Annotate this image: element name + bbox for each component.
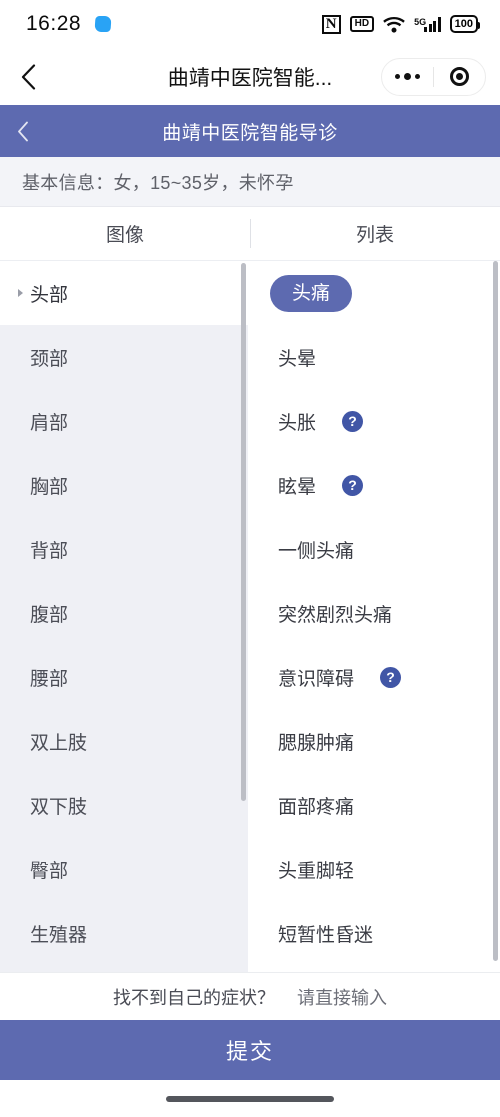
- signal-5g-icon: 5G: [414, 16, 441, 32]
- body-part-item[interactable]: 双下肢: [0, 773, 248, 837]
- body-part-item[interactable]: 生殖器: [0, 901, 248, 965]
- body-part-label: 腰部: [30, 668, 69, 690]
- more-dots-icon: [395, 73, 420, 80]
- clock-time: 16:28: [26, 12, 82, 35]
- symptom-label: 短暂性昏迷: [278, 924, 374, 946]
- symptom-panel: 头痛 头晕 头胀? 眩晕? 一侧头痛 突然剧烈头痛 意识障碍? 腮腺肿痛 面部疼痛 头重脚轻 短暂性…: [248, 261, 500, 972]
- symptom-label: 面部疼痛: [278, 796, 355, 818]
- symptom-item[interactable]: 意识障碍?: [248, 645, 500, 709]
- body-part-item[interactable]: 颈部: [0, 325, 248, 389]
- symptom-label: 头晕: [278, 348, 317, 370]
- home-indicator: [166, 1095, 334, 1102]
- symptom-scrollbar[interactable]: [493, 261, 498, 961]
- submit-button[interactable]: 提交: [0, 1020, 500, 1080]
- symptom-label: 意识障碍: [278, 668, 355, 690]
- symptom-item[interactable]: 突然剧烈头痛: [248, 581, 500, 645]
- basic-info-bar: 基本信息：女，15~35岁，未怀孕: [0, 157, 500, 207]
- page-header: 曲靖中医院智能导诊: [0, 105, 500, 157]
- body-part-item[interactable]: 胸部: [0, 453, 248, 517]
- tab-list[interactable]: 列表: [250, 220, 500, 247]
- view-mode-tabs: 图像 列表: [0, 207, 500, 261]
- body-part-label: 背部: [30, 540, 69, 562]
- manual-input-link[interactable]: 请直接输入: [297, 984, 387, 1010]
- target-circle-icon: [450, 67, 469, 86]
- body-part-list: 头部颈部肩部胸部背部腹部腰部双上肢双下肢臀部生殖器: [0, 261, 248, 965]
- body-part-panel: 头部颈部肩部胸部背部腹部腰部双上肢双下肢臀部生殖器: [0, 261, 248, 972]
- status-bar-left: 16:28: [26, 12, 112, 36]
- body-part-label: 胸部: [30, 476, 69, 498]
- symptom-item[interactable]: 面部疼痛: [248, 773, 500, 837]
- symptom-label: 突然剧烈头痛: [278, 604, 393, 626]
- symptom-item[interactable]: 头晕: [248, 325, 500, 389]
- page-back-button[interactable]: [0, 121, 46, 142]
- chevron-left-icon: [18, 121, 28, 141]
- status-bar: 16:28 N HD 5G 100: [0, 0, 500, 48]
- app-badge-icon: [94, 16, 112, 32]
- body-part-item[interactable]: 双上肢: [0, 709, 248, 773]
- symptom-item[interactable]: 短暂性昏迷: [248, 901, 500, 965]
- help-question-icon[interactable]: ?: [342, 410, 364, 432]
- body-part-label: 腹部: [30, 604, 69, 626]
- symptom-item[interactable]: 腮腺肿痛: [248, 709, 500, 773]
- symptom-item[interactable]: 头重脚轻: [248, 837, 500, 901]
- chevron-left-icon: [21, 63, 35, 90]
- phone-screen: 16:28 N HD 5G 100 曲靖中医院智能... 曲靖中医院智能导诊 基…: [0, 0, 500, 1117]
- triangle-right-icon: [18, 289, 23, 297]
- symptom-item[interactable]: 一侧头痛: [248, 517, 500, 581]
- symptom-item[interactable]: 头痛: [248, 261, 500, 325]
- body-part-label: 生殖器: [30, 924, 88, 946]
- tab-image[interactable]: 图像: [0, 220, 250, 247]
- symptom-label: 腮腺肿痛: [278, 732, 355, 754]
- symptom-item[interactable]: 头胀?: [248, 389, 500, 453]
- main-content: 头部 颈部 肩部 胸部 背部 腹部 腰部 双上肢 双下肢 臀部 生殖器 头痛 头晕 头胀? 眩晕? 一侧头痛…: [0, 261, 500, 972]
- symptom-label: 眩晕: [278, 476, 317, 498]
- symptom-label: 头胀: [278, 412, 317, 434]
- close-miniprogram-button[interactable]: [434, 67, 485, 86]
- symptom-label: 头重脚轻: [278, 860, 355, 882]
- help-question-icon[interactable]: ?: [380, 666, 402, 688]
- symptom-item[interactable]: 眩晕?: [248, 453, 500, 517]
- symptom-list: 头痛 头晕 头胀? 眩晕? 一侧头痛 突然剧烈头痛 意识障碍? 腮腺肿痛 面部疼痛 头重脚轻 短暂性…: [248, 261, 500, 965]
- battery-icon: 100: [449, 15, 481, 33]
- nav-back-button[interactable]: [0, 63, 56, 90]
- page-title: 曲靖中医院智能导诊: [162, 122, 338, 144]
- body-part-label: 头部: [30, 284, 69, 306]
- footer-note: 找不到自己的症状？ 请直接输入: [0, 972, 500, 1020]
- body-part-label: 颈部: [30, 348, 69, 370]
- symptom-label: 头痛: [270, 274, 353, 312]
- tab-divider: [250, 219, 251, 248]
- wechat-capsule: [381, 57, 486, 96]
- body-part-item[interactable]: 臀部: [0, 837, 248, 901]
- body-part-scrollbar[interactable]: [241, 263, 246, 801]
- wechat-nav-bar: 曲靖中医院智能...: [0, 48, 500, 105]
- status-bar-right: N HD 5G 100: [321, 14, 481, 34]
- body-part-item[interactable]: 腰部: [0, 645, 248, 709]
- body-part-item[interactable]: 背部: [0, 517, 248, 581]
- body-part-item[interactable]: 头部: [0, 261, 248, 325]
- help-question-icon[interactable]: ?: [342, 474, 364, 496]
- home-indicator-area: [0, 1080, 500, 1117]
- more-dots-button[interactable]: [382, 73, 433, 80]
- wifi-icon: [383, 16, 405, 33]
- footer-note-text: 找不到自己的症状？: [113, 987, 275, 1008]
- body-part-label: 双上肢: [30, 732, 88, 754]
- nfc-icon: N: [321, 14, 341, 34]
- body-part-label: 双下肢: [30, 796, 88, 818]
- body-part-item[interactable]: 腹部: [0, 581, 248, 645]
- hd-icon: HD: [349, 16, 375, 32]
- body-part-label: 肩部: [30, 412, 69, 434]
- body-part-label: 臀部: [30, 860, 69, 882]
- body-part-item[interactable]: 肩部: [0, 389, 248, 453]
- symptom-label: 一侧头痛: [278, 540, 355, 562]
